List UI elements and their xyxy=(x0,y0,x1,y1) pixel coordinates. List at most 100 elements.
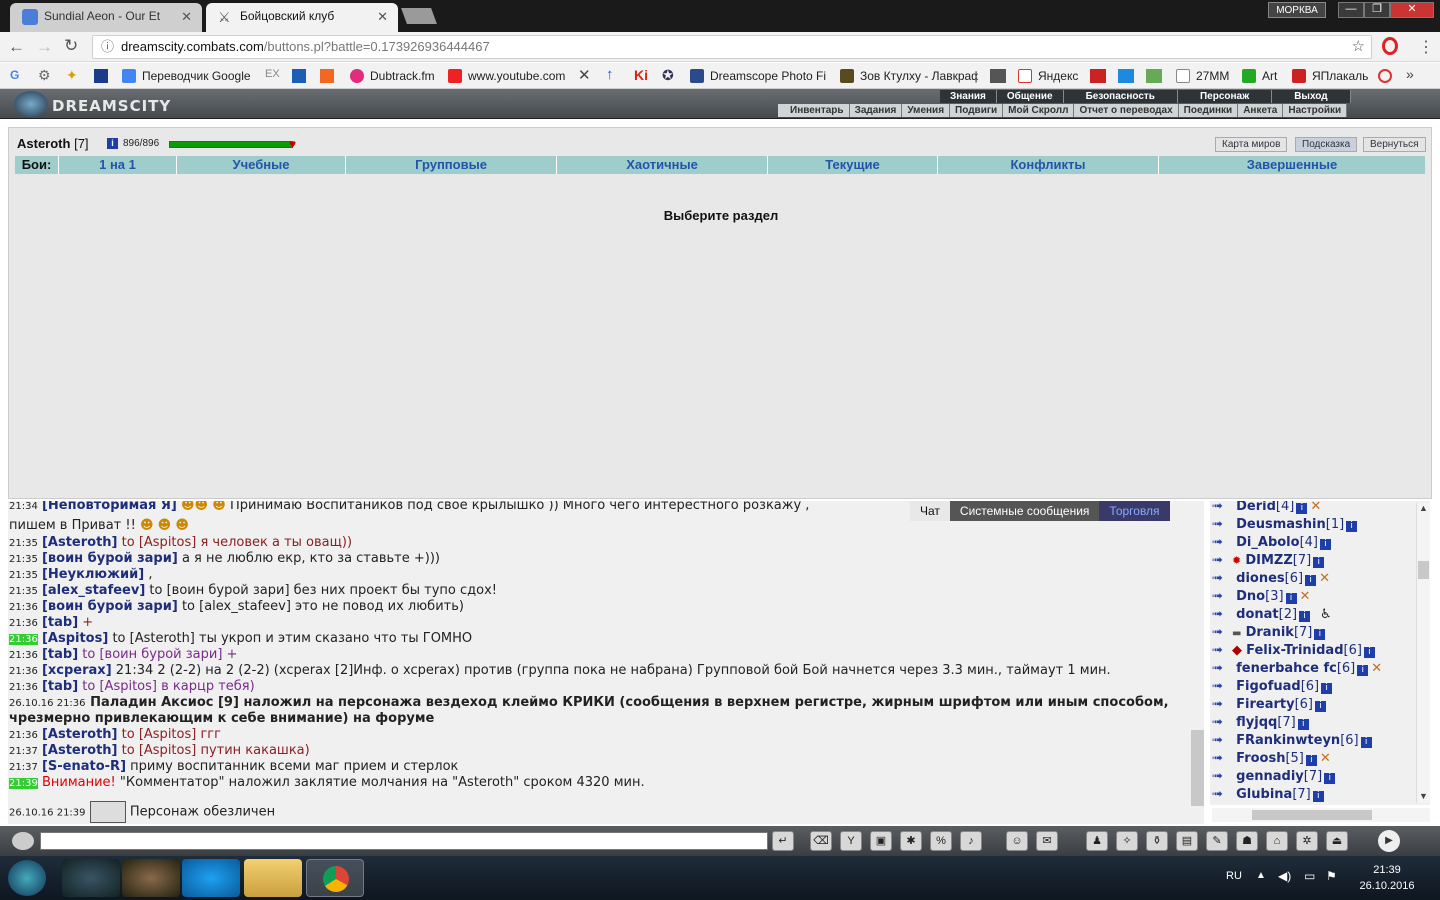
volume-icon[interactable]: ◀) xyxy=(1278,869,1291,883)
save-icon[interactable]: ▣ xyxy=(870,831,892,851)
bookmark-27mm[interactable]: 27ММ xyxy=(1176,67,1229,85)
tab-current[interactable]: Текущие xyxy=(768,156,938,174)
walker-icon[interactable]: ✱ xyxy=(900,831,922,851)
menu-settings[interactable]: Настройки xyxy=(1283,104,1348,117)
settings-icon[interactable]: ⚙ xyxy=(38,67,51,84)
list-item[interactable]: ➟ FRankinwteyn[6] i xyxy=(1212,733,1372,751)
send-icon[interactable]: ↵ xyxy=(772,831,794,851)
wings-icon[interactable]: ✦ xyxy=(66,67,78,84)
percent-icon[interactable]: % xyxy=(930,831,952,851)
magic-icon[interactable]: ✧ xyxy=(1116,831,1138,851)
close-icon[interactable]: ✕ xyxy=(181,3,192,30)
chat-icon[interactable]: ✉ xyxy=(1036,831,1058,851)
play-icon[interactable]: ▶ xyxy=(1378,830,1400,852)
soundcloud-icon[interactable] xyxy=(320,69,334,83)
tab-system-messages[interactable]: Системные сообщения xyxy=(949,501,1100,521)
network-icon[interactable]: ▭ xyxy=(1304,869,1315,883)
app-icon[interactable] xyxy=(1378,69,1392,83)
menu-skills[interactable]: Умения xyxy=(902,104,951,117)
app-icon[interactable] xyxy=(990,69,1006,83)
browser-tab-fightclub[interactable]: ⚔ Бойцовский клуб ✕ xyxy=(206,3,398,32)
tab-group[interactable]: Групповые xyxy=(346,156,557,174)
bookmark-yaplakal[interactable]: ЯПлакаль xyxy=(1292,67,1368,85)
close-window-button[interactable]: ✕ xyxy=(1390,2,1434,18)
flag-icon[interactable]: ⚑ xyxy=(1326,869,1337,883)
tab-trade[interactable]: Торговля xyxy=(1099,501,1170,521)
back-icon[interactable]: ← xyxy=(8,37,25,57)
exit-icon[interactable]: ⏏ xyxy=(1326,831,1348,851)
sound-icon[interactable]: ♪ xyxy=(960,831,982,851)
chat-scrollbar[interactable] xyxy=(1191,730,1204,806)
list-item[interactable]: ➟ diones[6] i ✕ xyxy=(1212,571,1330,589)
tab-training[interactable]: Учебные xyxy=(177,156,346,174)
close-icon[interactable]: ✕ xyxy=(377,3,388,30)
browser-tab-sundial[interactable]: Sundial Aeon - Our Et ✕ xyxy=(10,3,202,32)
app-icon[interactable] xyxy=(1118,69,1134,83)
more-bookmarks-icon[interactable]: » xyxy=(1406,66,1414,82)
app-icon[interactable] xyxy=(1146,69,1162,83)
info-app-icon[interactable] xyxy=(292,69,306,83)
list-item[interactable]: ➟ Di_Abolo[4] i xyxy=(1212,535,1331,553)
menu-communication[interactable]: Общение xyxy=(996,90,1064,103)
scroll-down-icon[interactable]: ▼ xyxy=(1419,791,1428,801)
menu-transfer-report[interactable]: Отчет о переводах xyxy=(1074,104,1179,117)
people-icon[interactable]: ☗ xyxy=(1236,831,1258,851)
menu-character[interactable]: Персонаж xyxy=(1177,90,1273,103)
menu-my-scroll[interactable]: Мой Скролл xyxy=(1003,104,1075,117)
tab-chaotic[interactable]: Хаотичные xyxy=(557,156,768,174)
list-item[interactable]: ➟ Froosh[5] i ✕ xyxy=(1212,751,1331,769)
info-icon[interactable]: i xyxy=(107,138,118,149)
list-item[interactable]: ➟ Deusmashin[1] i xyxy=(1212,517,1358,535)
list-item[interactable]: ➟ ◆ Felix-Trinidad[6] i xyxy=(1212,643,1375,661)
profile-badge[interactable]: МОРКВА xyxy=(1268,2,1326,18)
info-icon[interactable]: ⓘ xyxy=(101,36,114,58)
bookmark-youtube[interactable]: www.youtube.com xyxy=(448,67,565,85)
lock-icon[interactable]: ⌂ xyxy=(1266,831,1288,851)
tab-conflicts[interactable]: Конфликты xyxy=(938,156,1159,174)
scroll-icon[interactable]: ✎ xyxy=(1206,831,1228,851)
scrollbar-thumb[interactable] xyxy=(1418,561,1429,579)
list-item[interactable]: ➟ donat[2] i ♿ xyxy=(1212,607,1332,625)
bookmark-dreamscope[interactable]: Dreamscope Photo Fi xyxy=(690,67,826,85)
list-item[interactable]: ➟ ▬ Dranik[7] i xyxy=(1212,625,1326,643)
item-icon[interactable]: ♟ xyxy=(1086,831,1108,851)
list-item[interactable]: ➟ fenerbahce fc[6] i ✕ xyxy=(1212,661,1382,679)
menu-duels[interactable]: Поединки xyxy=(1179,104,1239,117)
list-item[interactable]: ➟ Figofuad[6] i xyxy=(1212,679,1333,697)
list-item[interactable]: ➟ Firearty[6] i xyxy=(1212,697,1326,715)
skull-app-icon[interactable] xyxy=(62,859,120,897)
app-icon[interactable] xyxy=(1090,69,1106,83)
cross-swords-icon[interactable]: ✕ xyxy=(578,66,591,84)
menu-icon[interactable]: ⋮ xyxy=(1418,37,1434,57)
list-item[interactable]: ➟ Dno[3] i ✕ xyxy=(1212,589,1310,607)
arrow-up-icon[interactable]: ↑ xyxy=(606,66,614,83)
reload-icon[interactable]: ↻ xyxy=(64,36,78,56)
menu-security[interactable]: Безопасность xyxy=(1063,90,1178,103)
return-button[interactable]: Вернуться xyxy=(1363,137,1426,152)
ki-icon[interactable]: Ki xyxy=(634,67,648,83)
chat-log[interactable]: 21:34 [Неповторимая Я] ☻☻ ☻ Принимаю Вос… xyxy=(8,501,1204,824)
bookmark-star-icon[interactable]: ☆ xyxy=(1352,36,1365,58)
chest-icon[interactable]: ▤ xyxy=(1176,831,1198,851)
google-icon[interactable]: G xyxy=(10,68,19,82)
bookmark-yandex[interactable]: Яндекс xyxy=(1018,67,1078,85)
character-name[interactable]: Asteroth xyxy=(17,136,70,151)
menu-feats[interactable]: Подвиги xyxy=(950,104,1004,117)
bookmark-art[interactable]: Art xyxy=(1242,67,1277,85)
tray-up-icon[interactable]: ▲ xyxy=(1256,870,1266,881)
scroll-up-icon[interactable]: ▲ xyxy=(1419,503,1428,513)
game-app-icon[interactable] xyxy=(122,859,180,897)
cog-icon[interactable]: ✲ xyxy=(1296,831,1318,851)
gear-icon[interactable] xyxy=(12,832,34,850)
opera-icon[interactable] xyxy=(1382,37,1398,55)
list-item[interactable]: ➟ Glubina[7] i xyxy=(1212,787,1324,805)
bag-icon[interactable]: ⚱ xyxy=(1146,831,1168,851)
minimize-button[interactable]: — xyxy=(1338,2,1364,18)
ex-icon[interactable]: EX xyxy=(265,68,280,80)
world-map-button[interactable]: Карта миров xyxy=(1215,137,1288,152)
forward-icon[interactable]: → xyxy=(36,37,53,57)
tab-1v1[interactable]: 1 на 1 xyxy=(59,156,177,174)
eraser-icon[interactable]: ⌫ xyxy=(810,831,832,851)
smiley-icon[interactable]: ☺ xyxy=(1006,831,1028,851)
hint-button[interactable]: Подсказка xyxy=(1295,137,1358,152)
